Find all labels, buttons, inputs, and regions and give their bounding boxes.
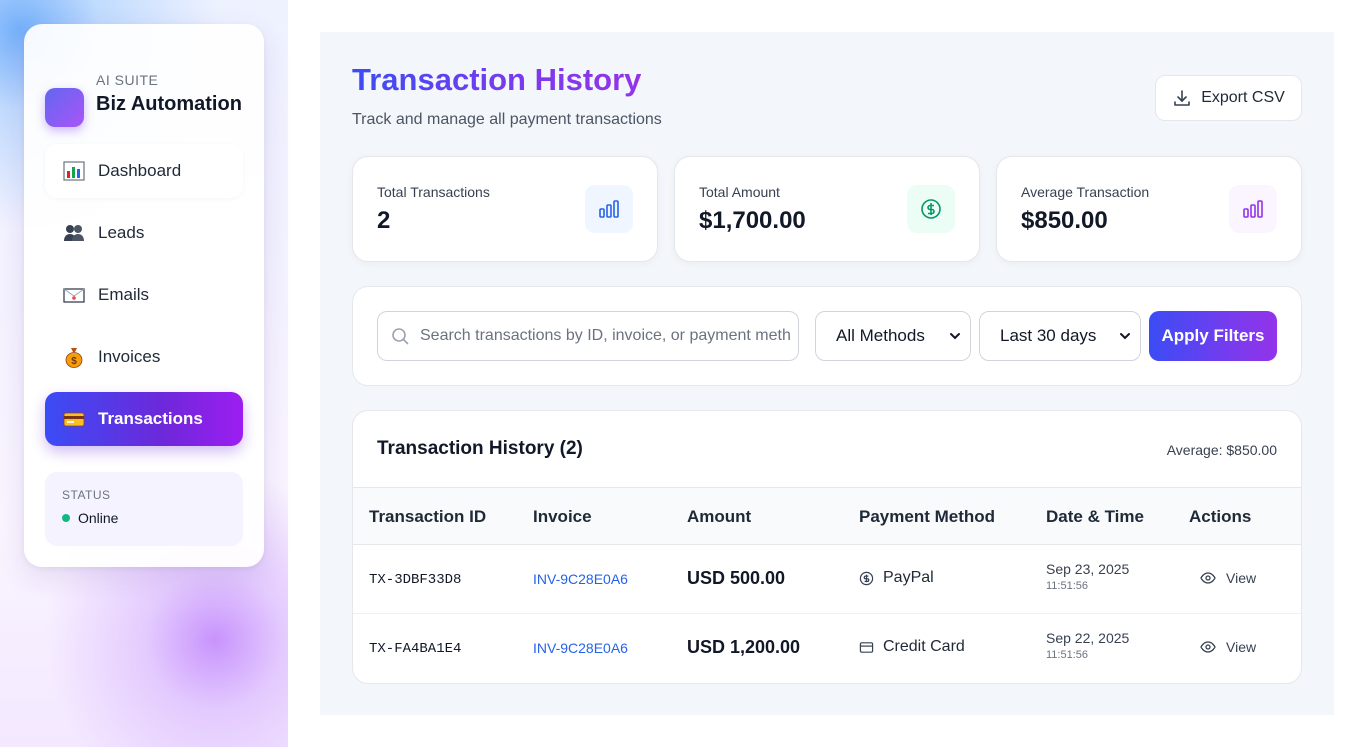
sidebar: AI SUITE Biz Automation Dashboard Leads … (24, 24, 264, 567)
payment-method: Credit Card (859, 638, 965, 656)
status-value: Online (78, 510, 119, 526)
transaction-date: Sep 23, 2025 (1046, 561, 1130, 577)
status-value-row: Online (62, 510, 226, 526)
sidebar-item-emails[interactable]: Emails (45, 268, 243, 322)
export-csv-button[interactable]: Export CSV (1155, 75, 1302, 121)
table-column-headers: Transaction ID Invoice Amount Payment Me… (353, 488, 1301, 545)
transaction-time: 11:51:56 (1046, 649, 1089, 661)
envelope-icon (63, 284, 85, 306)
payment-method-label: PayPal (883, 569, 934, 586)
transaction-date: Sep 22, 2025 (1046, 630, 1130, 646)
column-header: Actions (1189, 507, 1252, 526)
transaction-amount: USD 500.00 (687, 568, 786, 588)
search-input[interactable] (420, 327, 790, 345)
table-average: Average: $850.00 (1166, 442, 1277, 458)
column-header: Amount (687, 507, 752, 526)
table-row: TX-FA4BA1E4 INV-9C28E0A6 USD 1,200.00 Cr… (353, 614, 1301, 683)
table-header-bar: Transaction History (2) Average: $850.00 (353, 411, 1301, 488)
stat-card-total-transactions: Total Transactions 2 (352, 156, 658, 262)
bar-chart-icon (1229, 185, 1277, 233)
view-button[interactable]: View (1200, 639, 1256, 655)
search-field[interactable] (377, 311, 799, 361)
download-icon (1174, 90, 1191, 106)
sidebar-item-label: Transactions (98, 409, 203, 428)
export-csv-label: Export CSV (1201, 89, 1285, 106)
eye-icon (1200, 641, 1216, 653)
stat-card-average-transaction: Average Transaction $850.00 (996, 156, 1302, 262)
payment-method-label: Credit Card (883, 638, 965, 655)
sidebar-item-dashboard[interactable]: Dashboard (45, 144, 243, 198)
stat-card-total-amount: Total Amount $1,700.00 (674, 156, 980, 262)
date-range-value: Last 30 days (1000, 326, 1097, 345)
payment-method-select[interactable]: All Methods (815, 311, 971, 361)
column-header: Date & Time (1046, 507, 1144, 526)
payment-method: PayPal (859, 569, 934, 587)
sidebar-nav: Dashboard Leads Emails $ Invoices Transa… (45, 144, 243, 454)
stat-value: $850.00 (1021, 207, 1108, 234)
bar-chart-icon (63, 160, 85, 182)
payment-method-value: All Methods (836, 326, 925, 345)
credit-card-icon (63, 408, 85, 430)
brand: AI SUITE Biz Automation (45, 48, 245, 148)
column-header: Payment Method (859, 507, 996, 526)
stat-label: Average Transaction (1021, 184, 1150, 200)
sidebar-item-label: Emails (98, 285, 150, 304)
bar-chart-icon (585, 185, 633, 233)
column-header: Transaction ID (369, 507, 487, 526)
filter-bar: All Methods Last 30 days Apply Filters (352, 286, 1302, 386)
money-bag-icon: $ (63, 346, 85, 368)
eye-icon (1200, 572, 1216, 584)
stat-value: $1,700.00 (699, 207, 806, 234)
page-subtitle: Track and manage all payment transaction… (352, 111, 662, 128)
brand-title: Biz Automation (96, 93, 242, 115)
status-dot (62, 514, 70, 522)
status-box: STATUS Online (45, 472, 243, 546)
main-panel: Transaction History Track and manage all… (320, 32, 1334, 715)
view-label: View (1226, 639, 1257, 655)
people-icon (63, 222, 85, 244)
view-button[interactable]: View (1200, 570, 1256, 586)
sidebar-item-label: Invoices (98, 347, 161, 366)
sidebar-item-transactions[interactable]: Transactions (45, 392, 243, 446)
dollar-icon (907, 185, 955, 233)
transaction-id: TX-FA4BA1E4 (369, 641, 462, 657)
chevron-down-icon (950, 333, 960, 340)
transaction-amount: USD 1,200.00 (687, 637, 801, 657)
table-title: Transaction History (2) (377, 438, 583, 459)
apply-filters-button[interactable]: Apply Filters (1149, 311, 1277, 361)
brand-logo (45, 88, 84, 127)
search-icon (392, 328, 409, 345)
date-range-select[interactable]: Last 30 days (979, 311, 1141, 361)
sidebar-item-label: Dashboard (98, 161, 182, 180)
invoice-link[interactable]: INV-9C28E0A6 (533, 640, 628, 656)
dollar-circle-icon (859, 571, 874, 585)
status-label: STATUS (62, 488, 111, 502)
sidebar-item-leads[interactable]: Leads (45, 206, 243, 260)
transaction-id: TX-3DBF33D8 (369, 572, 462, 588)
stat-label: Total Amount (699, 184, 780, 200)
stat-label: Total Transactions (377, 184, 490, 200)
view-label: View (1226, 570, 1257, 586)
sidebar-item-label: Leads (98, 223, 145, 242)
card-icon (859, 641, 874, 653)
date-time: Sep 23, 2025 11:51:56 (1046, 561, 1129, 592)
svg-text:$: $ (71, 356, 77, 367)
brand-subtitle: AI SUITE (96, 72, 159, 88)
chevron-down-icon (1120, 333, 1130, 340)
transactions-table: Transaction History (2) Average: $850.00… (352, 410, 1302, 684)
column-header: Invoice (533, 507, 592, 526)
invoice-link[interactable]: INV-9C28E0A6 (533, 571, 628, 587)
transaction-time: 11:51:56 (1046, 580, 1089, 592)
sidebar-item-invoices[interactable]: $ Invoices (45, 330, 243, 384)
table-row: TX-3DBF33D8 INV-9C28E0A6 USD 500.00 PayP… (353, 545, 1301, 614)
date-time: Sep 22, 2025 11:51:56 (1046, 630, 1129, 661)
page-title: Transaction History (352, 62, 642, 97)
stat-value: 2 (377, 207, 391, 234)
